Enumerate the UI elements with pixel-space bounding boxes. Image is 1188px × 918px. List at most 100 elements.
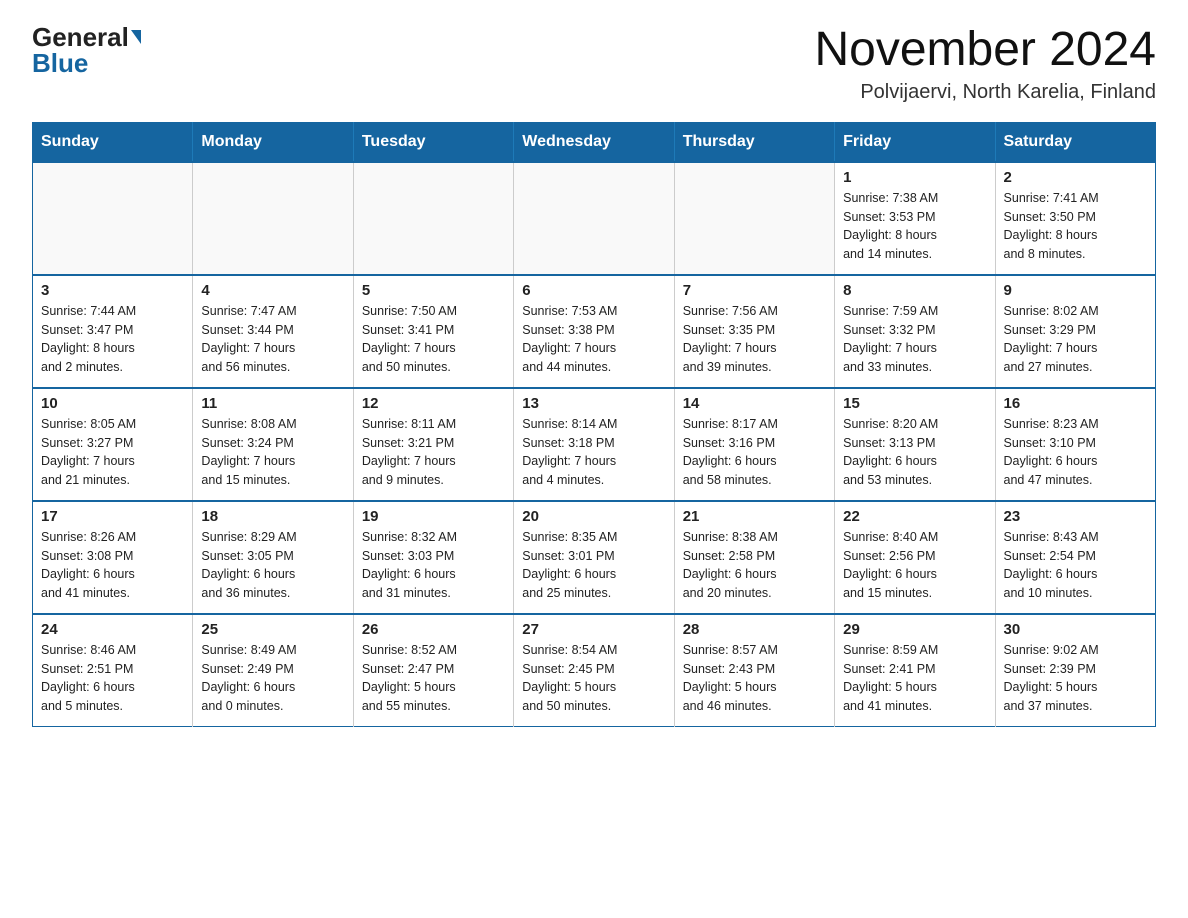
day-number: 22 bbox=[843, 508, 986, 525]
title-block: November 2024 Polvijaervi, North Karelia… bbox=[814, 24, 1156, 104]
calendar-cell: 9Sunrise: 8:02 AMSunset: 3:29 PMDaylight… bbox=[995, 275, 1155, 388]
calendar-cell: 3 Sunrise: 7:44 AMSunset: 3:47 PMDaylight… bbox=[33, 275, 193, 388]
day-number: 14 bbox=[683, 395, 826, 412]
location-text: Polvijaervi, North Karelia, Finland bbox=[814, 81, 1156, 104]
day-info: Sunrise: 8:52 AMSunset: 2:47 PMDaylight:… bbox=[362, 641, 505, 716]
day-info: Sunrise: 8:14 AMSunset: 3:18 PMDaylight:… bbox=[522, 415, 665, 490]
day-info: Sunrise: 7:38 AMSunset: 3:53 PMDaylight:… bbox=[843, 189, 986, 264]
logo-arrow-icon bbox=[131, 30, 141, 44]
week-row-2: 3 Sunrise: 7:44 AMSunset: 3:47 PMDaylight… bbox=[33, 275, 1156, 388]
day-number: 3 bbox=[41, 282, 184, 299]
day-info: Sunrise: 8:43 AMSunset: 2:54 PMDaylight:… bbox=[1004, 528, 1147, 603]
weekday-header-thursday: Thursday bbox=[674, 122, 834, 162]
weekday-header-friday: Friday bbox=[835, 122, 995, 162]
calendar-cell: 24 Sunrise: 8:46 AMSunset: 2:51 PMDayligh… bbox=[33, 614, 193, 727]
day-info: Sunrise: 7:44 AMSunset: 3:47 PMDaylight:… bbox=[41, 302, 184, 377]
calendar-cell: 27 Sunrise: 8:54 AMSunset: 2:45 PMDayligh… bbox=[514, 614, 674, 727]
day-number: 8 bbox=[843, 282, 986, 299]
calendar-cell bbox=[353, 162, 513, 275]
calendar-cell bbox=[193, 162, 353, 275]
day-info: Sunrise: 8:26 AMSunset: 3:08 PMDaylight:… bbox=[41, 528, 184, 603]
day-number: 18 bbox=[201, 508, 344, 525]
day-number: 12 bbox=[362, 395, 505, 412]
calendar-cell: 20 Sunrise: 8:35 AMSunset: 3:01 PMDayligh… bbox=[514, 501, 674, 614]
calendar-cell: 15 Sunrise: 8:20 AMSunset: 3:13 PMDayligh… bbox=[835, 388, 995, 501]
week-row-1: 1 Sunrise: 7:38 AMSunset: 3:53 PMDaylight… bbox=[33, 162, 1156, 275]
weekday-header-saturday: Saturday bbox=[995, 122, 1155, 162]
day-number: 23 bbox=[1004, 508, 1147, 525]
day-info: Sunrise: 8:54 AMSunset: 2:45 PMDaylight:… bbox=[522, 641, 665, 716]
day-info: Sunrise: 8:02 AMSunset: 3:29 PMDaylight:… bbox=[1004, 302, 1147, 377]
day-number: 27 bbox=[522, 621, 665, 638]
calendar-cell: 17 Sunrise: 8:26 AMSunset: 3:08 PMDayligh… bbox=[33, 501, 193, 614]
day-number: 10 bbox=[41, 395, 184, 412]
logo-general-text: General bbox=[32, 24, 129, 50]
logo: General Blue bbox=[32, 24, 141, 76]
calendar-cell: 6 Sunrise: 7:53 AMSunset: 3:38 PMDaylight… bbox=[514, 275, 674, 388]
calendar-body: 1 Sunrise: 7:38 AMSunset: 3:53 PMDaylight… bbox=[33, 162, 1156, 727]
calendar-cell: 23 Sunrise: 8:43 AMSunset: 2:54 PMDayligh… bbox=[995, 501, 1155, 614]
calendar-cell: 25 Sunrise: 8:49 AMSunset: 2:49 PMDayligh… bbox=[193, 614, 353, 727]
calendar-cell: 26 Sunrise: 8:52 AMSunset: 2:47 PMDayligh… bbox=[353, 614, 513, 727]
day-info: Sunrise: 7:56 AMSunset: 3:35 PMDaylight:… bbox=[683, 302, 826, 377]
day-info: Sunrise: 8:38 AMSunset: 2:58 PMDaylight:… bbox=[683, 528, 826, 603]
day-info: Sunrise: 7:47 AMSunset: 3:44 PMDaylight:… bbox=[201, 302, 344, 377]
day-number: 11 bbox=[201, 395, 344, 412]
day-number: 30 bbox=[1004, 621, 1147, 638]
calendar-cell bbox=[674, 162, 834, 275]
day-info: Sunrise: 8:59 AMSunset: 2:41 PMDaylight:… bbox=[843, 641, 986, 716]
day-info: Sunrise: 8:29 AMSunset: 3:05 PMDaylight:… bbox=[201, 528, 344, 603]
weekday-row: SundayMondayTuesdayWednesdayThursdayFrid… bbox=[33, 122, 1156, 162]
calendar-cell: 8 Sunrise: 7:59 AMSunset: 3:32 PMDaylight… bbox=[835, 275, 995, 388]
calendar-cell: 5Sunrise: 7:50 AMSunset: 3:41 PMDaylight… bbox=[353, 275, 513, 388]
logo-blue-text: Blue bbox=[32, 50, 88, 76]
page-header: General Blue November 2024 Polvijaervi, … bbox=[32, 24, 1156, 104]
day-number: 1 bbox=[843, 169, 986, 186]
week-row-3: 10 Sunrise: 8:05 AMSunset: 3:27 PMDayligh… bbox=[33, 388, 1156, 501]
weekday-header-monday: Monday bbox=[193, 122, 353, 162]
day-number: 26 bbox=[362, 621, 505, 638]
weekday-header-wednesday: Wednesday bbox=[514, 122, 674, 162]
day-number: 16 bbox=[1004, 395, 1147, 412]
day-number: 13 bbox=[522, 395, 665, 412]
calendar-cell bbox=[33, 162, 193, 275]
weekday-header-sunday: Sunday bbox=[33, 122, 193, 162]
day-info: Sunrise: 9:02 AMSunset: 2:39 PMDaylight:… bbox=[1004, 641, 1147, 716]
day-info: Sunrise: 8:11 AMSunset: 3:21 PMDaylight:… bbox=[362, 415, 505, 490]
day-info: Sunrise: 7:53 AMSunset: 3:38 PMDaylight:… bbox=[522, 302, 665, 377]
calendar-cell: 18 Sunrise: 8:29 AMSunset: 3:05 PMDayligh… bbox=[193, 501, 353, 614]
day-number: 2 bbox=[1004, 169, 1147, 186]
calendar-cell: 13 Sunrise: 8:14 AMSunset: 3:18 PMDayligh… bbox=[514, 388, 674, 501]
calendar-cell: 28Sunrise: 8:57 AMSunset: 2:43 PMDayligh… bbox=[674, 614, 834, 727]
calendar-cell: 16Sunrise: 8:23 AMSunset: 3:10 PMDayligh… bbox=[995, 388, 1155, 501]
day-number: 17 bbox=[41, 508, 184, 525]
day-info: Sunrise: 8:40 AMSunset: 2:56 PMDaylight:… bbox=[843, 528, 986, 603]
calendar-table: SundayMondayTuesdayWednesdayThursdayFrid… bbox=[32, 122, 1156, 727]
day-number: 24 bbox=[41, 621, 184, 638]
day-info: Sunrise: 8:35 AMSunset: 3:01 PMDaylight:… bbox=[522, 528, 665, 603]
day-number: 15 bbox=[843, 395, 986, 412]
calendar-cell: 21Sunrise: 8:38 AMSunset: 2:58 PMDayligh… bbox=[674, 501, 834, 614]
calendar-cell: 11Sunrise: 8:08 AMSunset: 3:24 PMDayligh… bbox=[193, 388, 353, 501]
calendar-cell: 1 Sunrise: 7:38 AMSunset: 3:53 PMDaylight… bbox=[835, 162, 995, 275]
calendar-cell: 22 Sunrise: 8:40 AMSunset: 2:56 PMDayligh… bbox=[835, 501, 995, 614]
weekday-header-tuesday: Tuesday bbox=[353, 122, 513, 162]
calendar-cell bbox=[514, 162, 674, 275]
calendar-header: SundayMondayTuesdayWednesdayThursdayFrid… bbox=[33, 122, 1156, 162]
day-info: Sunrise: 8:46 AMSunset: 2:51 PMDaylight:… bbox=[41, 641, 184, 716]
day-info: Sunrise: 8:20 AMSunset: 3:13 PMDaylight:… bbox=[843, 415, 986, 490]
calendar-cell: 30 Sunrise: 9:02 AMSunset: 2:39 PMDayligh… bbox=[995, 614, 1155, 727]
day-number: 5 bbox=[362, 282, 505, 299]
day-info: Sunrise: 8:32 AMSunset: 3:03 PMDaylight:… bbox=[362, 528, 505, 603]
day-number: 25 bbox=[201, 621, 344, 638]
calendar-cell: 2 Sunrise: 7:41 AMSunset: 3:50 PMDaylight… bbox=[995, 162, 1155, 275]
day-info: Sunrise: 7:41 AMSunset: 3:50 PMDaylight:… bbox=[1004, 189, 1147, 264]
day-info: Sunrise: 8:49 AMSunset: 2:49 PMDaylight:… bbox=[201, 641, 344, 716]
calendar-cell: 4Sunrise: 7:47 AMSunset: 3:44 PMDaylight… bbox=[193, 275, 353, 388]
day-info: Sunrise: 8:05 AMSunset: 3:27 PMDaylight:… bbox=[41, 415, 184, 490]
day-number: 6 bbox=[522, 282, 665, 299]
calendar-cell: 29Sunrise: 8:59 AMSunset: 2:41 PMDayligh… bbox=[835, 614, 995, 727]
day-number: 19 bbox=[362, 508, 505, 525]
day-number: 20 bbox=[522, 508, 665, 525]
day-info: Sunrise: 7:59 AMSunset: 3:32 PMDaylight:… bbox=[843, 302, 986, 377]
